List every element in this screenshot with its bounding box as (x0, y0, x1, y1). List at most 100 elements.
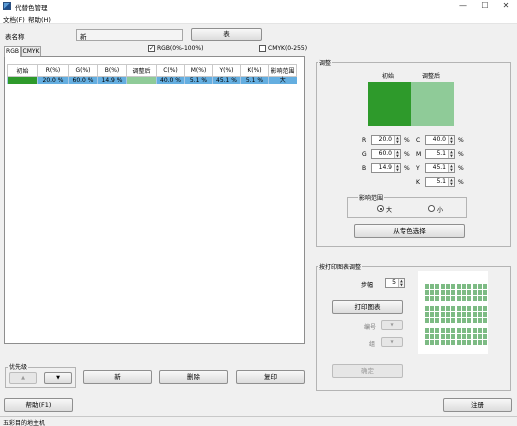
color-table[interactable]: 初始 R(%) G(%) B(%) 调整后 C(%) M(%) Y(%) K(%… (4, 56, 305, 344)
y-unit: % (458, 165, 464, 172)
chart-patch (451, 340, 455, 345)
table-name-field[interactable]: 新 (76, 29, 183, 41)
b-spinner[interactable]: 14.9 ▲ ▼ (371, 163, 401, 173)
chart-patch (462, 284, 466, 289)
rgb-checkbox-label: RGB(0%-100%) (157, 45, 204, 52)
tab-rgb[interactable]: RGB (4, 46, 21, 57)
col-initial[interactable]: 初始 (7, 64, 38, 77)
col-m[interactable]: M(%) (184, 64, 213, 77)
col-range[interactable]: 影响范围 (268, 64, 297, 77)
c-label: C (416, 137, 421, 144)
chart-patch (435, 290, 439, 295)
b-spin-arrows[interactable]: ▲ ▼ (394, 164, 400, 172)
chart-patch (430, 312, 434, 317)
chart-patch (462, 312, 466, 317)
chart-patch (457, 290, 461, 295)
close-button[interactable]: ✕ (495, 0, 517, 12)
chart-patch (478, 306, 482, 311)
chart-patch (446, 284, 450, 289)
print-chart-button[interactable]: 打印图表 (332, 300, 403, 314)
chart-patch (473, 312, 477, 317)
chart-patch (473, 318, 477, 323)
c-spin-arrows[interactable]: ▲ ▼ (448, 136, 454, 144)
m-spin-arrows[interactable]: ▲ ▼ (448, 150, 454, 158)
table-row[interactable]: 20.0 % 60.0 % 14.9 % 40.0 % 5.1 % 45.1 %… (7, 76, 297, 84)
app-icon (3, 2, 11, 10)
r-unit: % (404, 137, 410, 144)
chart-patch (451, 312, 455, 317)
step-spin-arrows[interactable]: ▲ ▼ (398, 279, 404, 287)
y-spinner[interactable]: 45.1 ▲ ▼ (425, 163, 455, 173)
chart-patch (430, 334, 434, 339)
chart-patch (473, 290, 477, 295)
chart-patch (462, 340, 466, 345)
col-y[interactable]: Y(%) (212, 64, 241, 77)
group-dropdown[interactable]: ▼ (381, 337, 403, 347)
col-adjusted[interactable]: 调整后 (126, 64, 157, 77)
print-copy-button[interactable]: 复印 (236, 370, 305, 384)
range-large-radio[interactable] (377, 205, 384, 212)
priority-up-button[interactable]: ▲ (9, 372, 37, 384)
chart-patch (457, 340, 461, 345)
k-spinner[interactable]: 5.1 ▲ ▼ (425, 177, 455, 187)
menu-bar: 文档(F) 帮助(H) (0, 13, 517, 24)
chart-patch (425, 290, 429, 295)
minimize-button[interactable]: — (452, 0, 474, 12)
help-button[interactable]: 帮助(F1) (4, 398, 73, 412)
confirm-button[interactable]: 确定 (332, 364, 403, 378)
r-spin-arrows[interactable]: ▲ ▼ (394, 136, 400, 144)
cmyk-checkbox-label: CMYK(0-255) (268, 45, 308, 52)
menu-file[interactable]: 文档(F) (3, 14, 25, 24)
priority-down-button[interactable]: ▼ (44, 372, 72, 384)
chart-patch (441, 284, 445, 289)
r-spinner[interactable]: 20.0 ▲ ▼ (371, 135, 401, 145)
table-button[interactable]: 表 (191, 28, 262, 41)
k-spin-arrows[interactable]: ▲ ▼ (448, 178, 454, 186)
m-spinner[interactable]: 5.1 ▲ ▼ (425, 149, 455, 159)
col-c[interactable]: C(%) (156, 64, 185, 77)
col-k[interactable]: K(%) (240, 64, 269, 77)
g-spin-arrows[interactable]: ▲ ▼ (394, 150, 400, 158)
chart-patch (483, 284, 487, 289)
range-large-label: 大 (386, 207, 393, 214)
chart-patch (451, 328, 455, 333)
window-title: 代替色管理 (15, 4, 48, 12)
b-label: B (362, 165, 367, 172)
col-b[interactable]: B(%) (97, 64, 127, 77)
chart-patch (430, 328, 434, 333)
new-button[interactable]: 新 (83, 370, 152, 384)
step-spinner[interactable]: 5 ▲ ▼ (385, 278, 405, 288)
maximize-button[interactable]: ☐ (474, 0, 496, 12)
chart-patch (446, 312, 450, 317)
tab-cmyk[interactable]: CMYK (21, 46, 41, 56)
col-g[interactable]: G(%) (68, 64, 98, 77)
c-spinner[interactable]: 40.0 ▲ ▼ (425, 135, 455, 145)
cmyk-checkbox[interactable] (259, 45, 266, 52)
chart-patch (446, 328, 450, 333)
range-small-radio[interactable] (428, 205, 435, 212)
g-spinner[interactable]: 60.0 ▲ ▼ (371, 149, 401, 159)
spot-color-button[interactable]: 从专色选择 (354, 224, 465, 238)
r-label: R (362, 137, 367, 144)
chart-patch (441, 290, 445, 295)
chart-patch (430, 290, 434, 295)
initial-swatch (7, 76, 38, 84)
rgb-checkbox[interactable]: ✓ (148, 45, 155, 52)
initial-color-swatch (368, 82, 411, 126)
k-value: 5.1 (436, 178, 446, 185)
y-label: Y (416, 165, 420, 172)
chart-patch (473, 340, 477, 345)
chart-patch (435, 334, 439, 339)
chart-patch (446, 334, 450, 339)
id-dropdown[interactable]: ▼ (381, 320, 403, 330)
register-button[interactable]: 注册 (443, 398, 512, 412)
chart-patch (467, 312, 471, 317)
delete-button[interactable]: 删除 (159, 370, 228, 384)
g-value: 60.0 (378, 150, 392, 157)
y-spin-arrows[interactable]: ▲ ▼ (448, 164, 454, 172)
chart-patch (462, 290, 466, 295)
chart-patch (446, 318, 450, 323)
menu-help[interactable]: 帮助(H) (28, 14, 51, 24)
col-r[interactable]: R(%) (37, 64, 69, 77)
chart-patch (467, 284, 471, 289)
